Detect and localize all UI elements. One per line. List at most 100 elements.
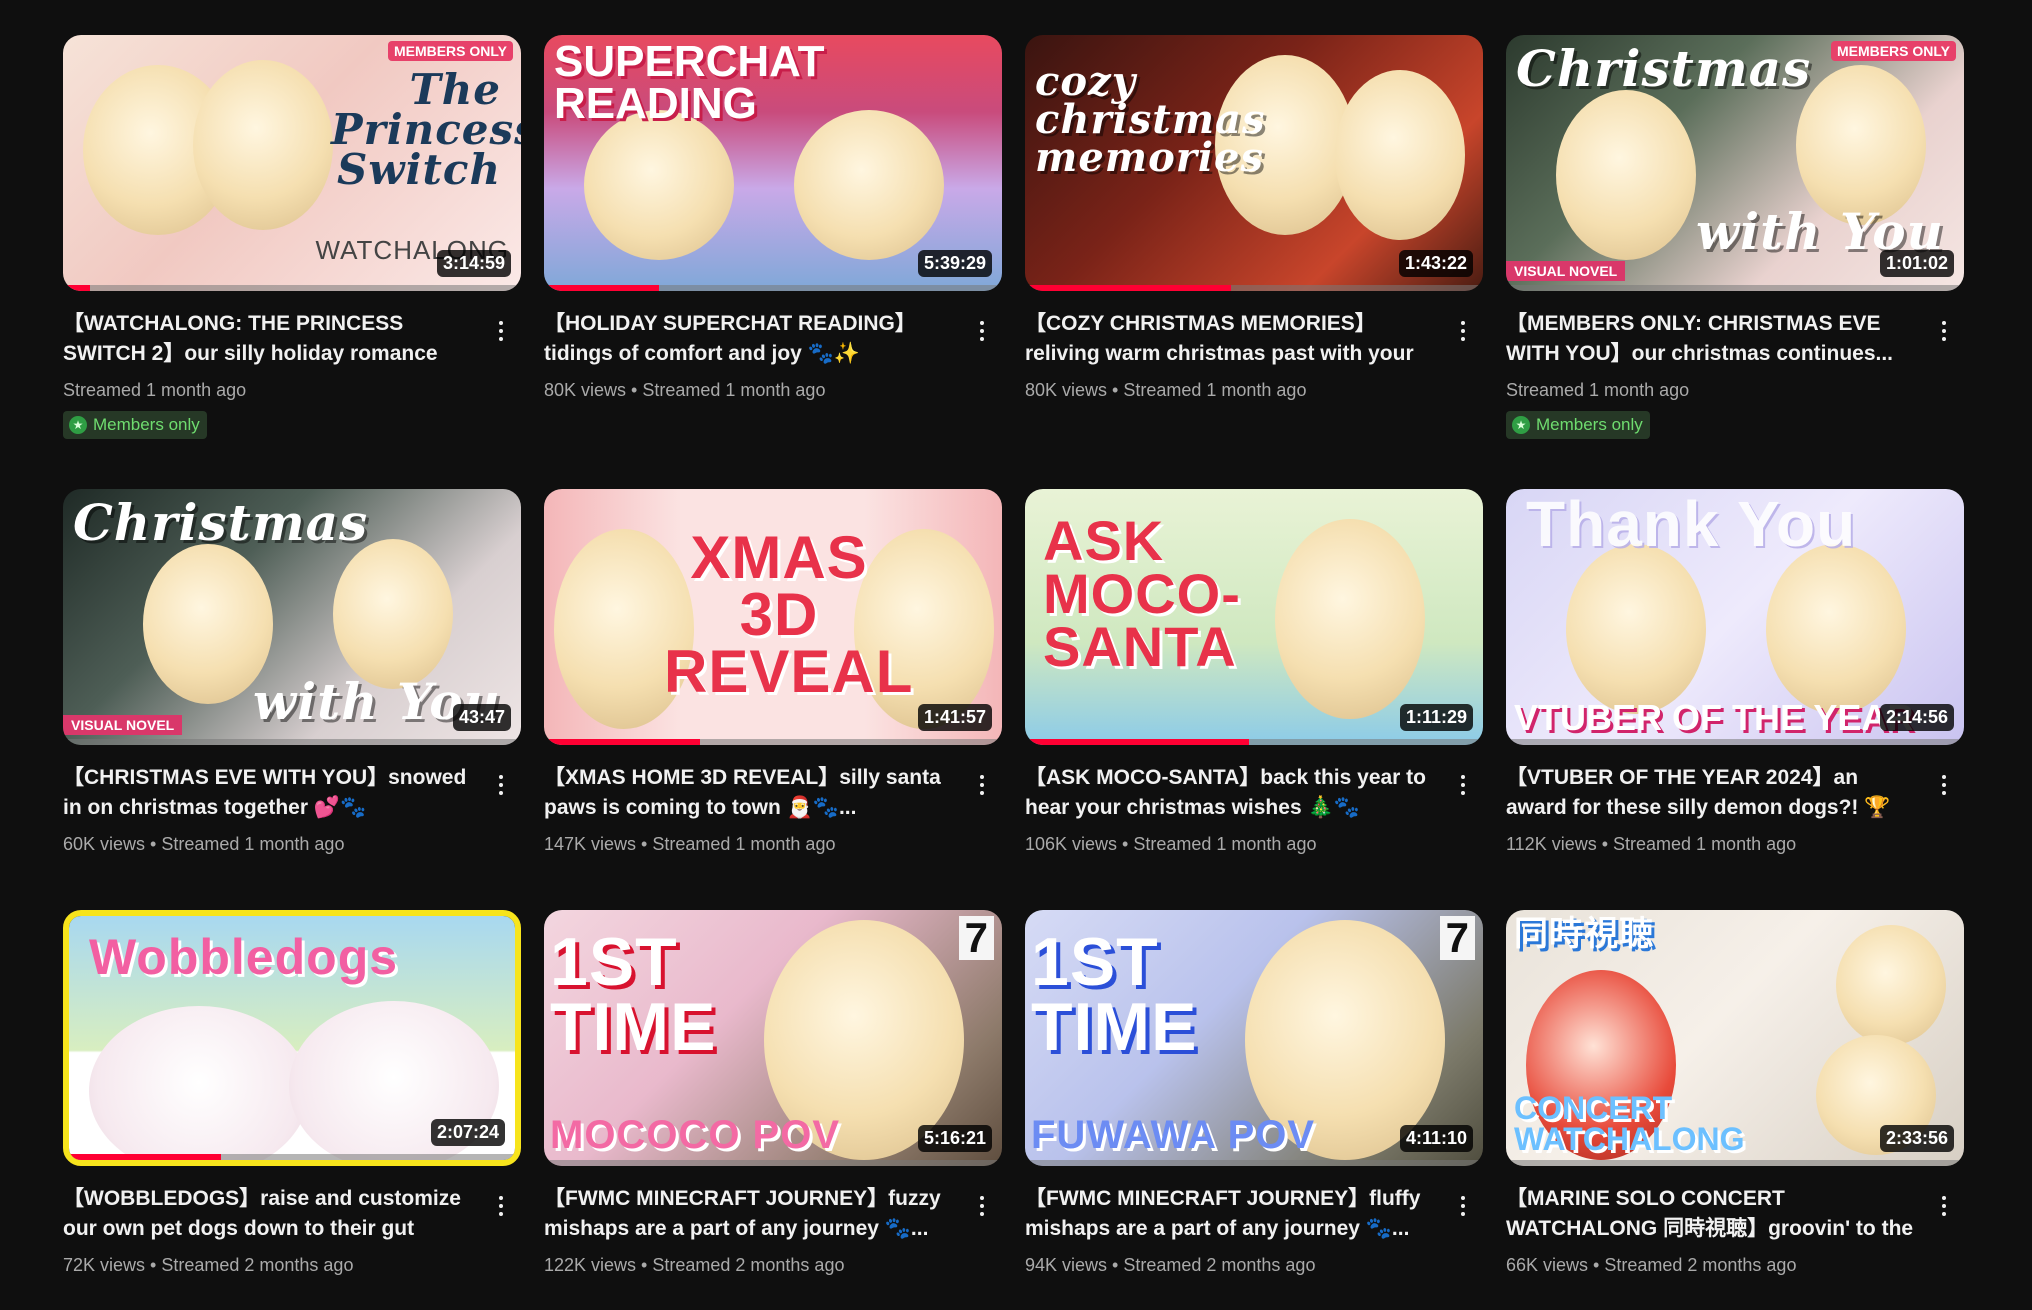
video-info: 66K views • Streamed 2 months ago <box>1506 1255 1797 1275</box>
video-title[interactable]: 【WOBBLEDOGS】raise and customize our own … <box>63 1184 471 1244</box>
character-art <box>1275 519 1425 719</box>
video-card[interactable]: XMAS 3D REVEAL 1:41:57 【XMAS HOME 3D REV… <box>544 489 1002 910</box>
members-only-label: Members only <box>1536 415 1643 434</box>
video-thumbnail[interactable]: The Princess Switch WATCHALONG MEMBERS O… <box>63 35 521 291</box>
video-info: 112K views • Streamed 1 month ago <box>1506 834 1797 854</box>
video-title[interactable]: 【VTUBER OF THE YEAR 2024】an award for th… <box>1506 763 1914 823</box>
video-card[interactable]: Christmas with You VISUAL NOVEL 43:47 【C… <box>63 489 521 910</box>
video-card[interactable]: 1ST TIME FUWAWA POV 7 4:11:10 【FWMC MINE… <box>1025 910 1483 1310</box>
more-actions-button[interactable] <box>1451 765 1475 805</box>
thumbnail-art-text: with You <box>1696 201 1944 261</box>
more-actions-button[interactable] <box>1451 311 1475 351</box>
more-actions-button[interactable] <box>489 765 513 805</box>
more-actions-button[interactable] <box>970 311 994 351</box>
video-title[interactable]: 【MARINE SOLO CONCERT WATCHALONG 同時視聴】gro… <box>1506 1184 1914 1244</box>
more-actions-button[interactable] <box>970 765 994 805</box>
episode-number: 7 <box>1439 916 1475 960</box>
video-title[interactable]: 【ASK MOCO-SANTA】back this year to hear y… <box>1025 763 1433 823</box>
thumbnail-art-text: SUPERCHAT READING <box>554 37 825 128</box>
video-meta: 【WOBBLEDOGS】raise and customize our own … <box>63 1184 521 1276</box>
video-title[interactable]: 【XMAS HOME 3D REVEAL】silly santa paws is… <box>544 763 952 823</box>
video-card[interactable]: Christmas with You MEMBERS ONLY VISUAL N… <box>1506 35 1964 489</box>
watch-progress-track <box>1506 1160 1964 1166</box>
video-info: 94K views • Streamed 2 months ago <box>1025 1255 1316 1275</box>
video-info: Streamed 1 month ago <box>63 380 247 400</box>
character-art <box>333 539 453 689</box>
thumbnail-art-text: Thank You <box>1526 489 1857 560</box>
video-title[interactable]: 【FWMC MINECRAFT JOURNEY】fuzzy mishaps ar… <box>544 1184 952 1244</box>
watch-progress-fill <box>69 1154 221 1160</box>
video-thumbnail[interactable]: Wobbledogs 2:07:24 <box>63 910 521 1166</box>
watch-progress-fill <box>63 285 91 291</box>
video-thumbnail[interactable]: Thank You VTUBER OF THE YEAR 2:14:56 <box>1506 489 1964 745</box>
thumbnail-art-text: Christmas <box>73 493 369 552</box>
video-meta: 【COZY CHRISTMAS MEMORIES】reliving warm c… <box>1025 309 1483 401</box>
video-card[interactable]: cozy christmas memories 1:43:22 【COZY CH… <box>1025 35 1483 489</box>
character-art <box>1766 544 1906 714</box>
video-card[interactable]: SUPERCHAT READING 5:39:29 【HOLIDAY SUPER… <box>544 35 1002 489</box>
watch-progress-track <box>1025 739 1483 745</box>
thumbnail-art-text: 1ST TIME <box>1031 924 1198 1065</box>
more-actions-button[interactable] <box>1932 765 1956 805</box>
video-info: 60K views • Streamed 1 month ago <box>63 834 345 854</box>
video-card[interactable]: Wobbledogs 2:07:24 【WOBBLEDOGS】raise and… <box>63 910 521 1310</box>
more-actions-button[interactable] <box>1451 1186 1475 1226</box>
video-grid: The Princess Switch WATCHALONG MEMBERS O… <box>63 35 1964 1310</box>
video-card[interactable]: 1ST TIME MOCOCO POV 7 5:16:21 【FWMC MINE… <box>544 910 1002 1310</box>
thumbnail-art-text: Wobbledogs <box>89 929 399 985</box>
video-meta: 【FWMC MINECRAFT JOURNEY】fluffy mishaps a… <box>1025 1184 1483 1276</box>
video-meta: 【MEMBERS ONLY: CHRISTMAS EVE WITH YOU】ou… <box>1506 309 1964 439</box>
watch-progress-track <box>63 739 521 745</box>
video-thumbnail[interactable]: ASK MOCO-SANTA 1:11:29 <box>1025 489 1483 745</box>
thumbnail-art-text: Christmas <box>1516 39 1812 98</box>
thumbnail-art-text: VTUBER OF THE YEAR <box>1514 696 1914 738</box>
video-meta: 【FWMC MINECRAFT JOURNEY】fuzzy mishaps ar… <box>544 1184 1002 1276</box>
duration-badge: 43:47 <box>452 704 511 731</box>
character-art <box>584 110 734 260</box>
duration-badge: 1:11:29 <box>1399 704 1473 731</box>
video-thumbnail[interactable]: 1ST TIME MOCOCO POV 7 5:16:21 <box>544 910 1002 1166</box>
video-title[interactable]: 【MEMBERS ONLY: CHRISTMAS EVE WITH YOU】ou… <box>1506 309 1914 369</box>
watch-progress-track <box>1025 285 1483 291</box>
video-title[interactable]: 【HOLIDAY SUPERCHAT READING】tidings of co… <box>544 309 952 369</box>
video-meta: 【WATCHALONG: THE PRINCESS SWITCH 2】our s… <box>63 309 521 439</box>
video-thumbnail[interactable]: 1ST TIME FUWAWA POV 7 4:11:10 <box>1025 910 1483 1166</box>
video-card[interactable]: The Princess Switch WATCHALONG MEMBERS O… <box>63 35 521 489</box>
video-thumbnail[interactable]: cozy christmas memories 1:43:22 <box>1025 35 1483 291</box>
duration-badge: 4:11:10 <box>1399 1125 1473 1152</box>
watch-progress-track <box>1025 1160 1483 1166</box>
episode-number: 7 <box>958 916 994 960</box>
video-card[interactable]: 同時視聴 CONCERT WATCHALONG 2:33:56 【MARINE … <box>1506 910 1964 1310</box>
character-art <box>1556 90 1696 260</box>
video-thumbnail[interactable]: Christmas with You MEMBERS ONLY VISUAL N… <box>1506 35 1964 291</box>
video-info: 72K views • Streamed 2 months ago <box>63 1255 354 1275</box>
more-actions-button[interactable] <box>489 1186 513 1226</box>
video-info: 80K views • Streamed 1 month ago <box>1025 380 1307 400</box>
video-card[interactable]: ASK MOCO-SANTA 1:11:29 【ASK MOCO-SANTA】b… <box>1025 489 1483 910</box>
watch-progress-track <box>544 1160 1002 1166</box>
members-only-label: Members only <box>93 415 200 434</box>
video-meta: 【HOLIDAY SUPERCHAT READING】tidings of co… <box>544 309 1002 401</box>
video-title[interactable]: 【CHRISTMAS EVE WITH YOU】snowed in on chr… <box>63 763 471 823</box>
video-thumbnail[interactable]: SUPERCHAT READING 5:39:29 <box>544 35 1002 291</box>
duration-badge: 1:43:22 <box>1398 250 1473 277</box>
thumbnail-art-text: FUWAWA POV <box>1031 1113 1316 1157</box>
more-actions-button[interactable] <box>970 1186 994 1226</box>
more-actions-button[interactable] <box>1932 311 1956 351</box>
video-meta: 【VTUBER OF THE YEAR 2024】an award for th… <box>1506 763 1964 855</box>
video-title[interactable]: 【COZY CHRISTMAS MEMORIES】reliving warm c… <box>1025 309 1433 369</box>
video-title[interactable]: 【WATCHALONG: THE PRINCESS SWITCH 2】our s… <box>63 309 471 369</box>
video-thumbnail[interactable]: XMAS 3D REVEAL 1:41:57 <box>544 489 1002 745</box>
members-only-badge: ★ Members only <box>63 411 207 439</box>
thumbnail-art-text: The Princess Switch <box>331 65 521 194</box>
duration-badge: 5:16:21 <box>917 1125 992 1152</box>
video-info: 122K views • Streamed 2 months ago <box>544 1255 845 1275</box>
video-card[interactable]: Thank You VTUBER OF THE YEAR 2:14:56 【VT… <box>1506 489 1964 910</box>
video-thumbnail[interactable]: Christmas with You VISUAL NOVEL 43:47 <box>63 489 521 745</box>
watch-progress-track <box>69 1154 515 1160</box>
more-actions-button[interactable] <box>489 311 513 351</box>
video-title[interactable]: 【FWMC MINECRAFT JOURNEY】fluffy mishaps a… <box>1025 1184 1433 1244</box>
watch-progress-track <box>544 285 1002 291</box>
video-thumbnail[interactable]: 同時視聴 CONCERT WATCHALONG 2:33:56 <box>1506 910 1964 1166</box>
more-actions-button[interactable] <box>1932 1186 1956 1226</box>
